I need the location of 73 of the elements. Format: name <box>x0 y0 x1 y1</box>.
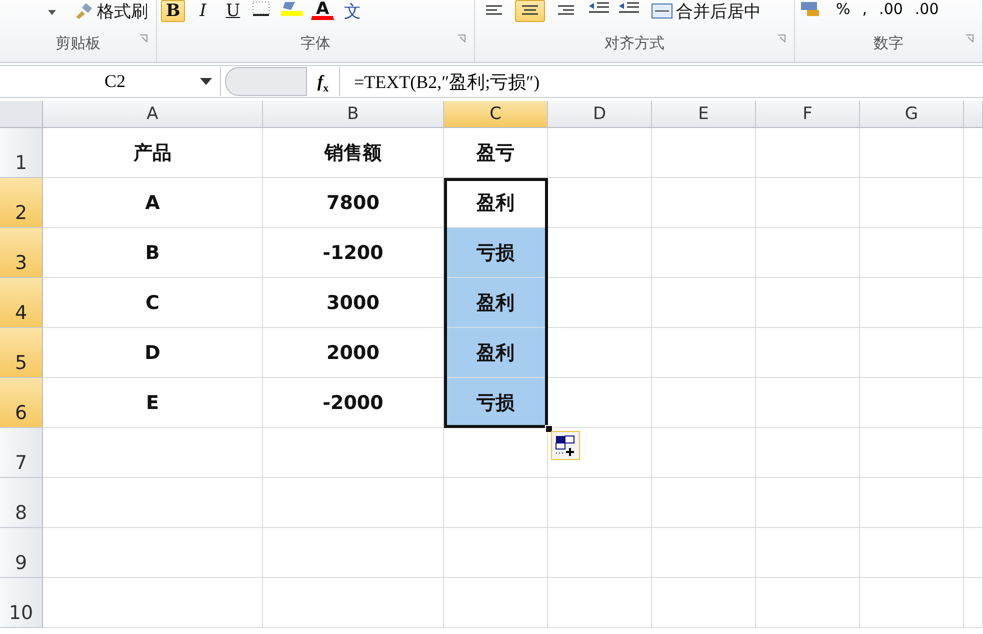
row-header[interactable]: 5 <box>0 328 43 378</box>
table-cell: -2000 <box>263 378 444 428</box>
merge-cells-icon <box>651 3 673 19</box>
table-cell: D <box>43 328 263 378</box>
number-format-button[interactable]: % <box>833 0 854 18</box>
table-cell: B <box>43 228 263 278</box>
group-label: 剪贴板 <box>56 34 100 52</box>
number-format-button[interactable]: , <box>859 0 870 18</box>
table-cell <box>964 328 983 378</box>
merge-center-button[interactable]: 合并后居中 <box>647 0 765 22</box>
dialog-launcher-icon[interactable] <box>139 34 148 43</box>
fill-handle[interactable] <box>545 425 553 433</box>
table-cell <box>964 128 983 178</box>
table-cell <box>964 578 983 628</box>
table-cell <box>964 528 983 578</box>
table-cell: -1200 <box>263 228 444 278</box>
column-header[interactable]: F <box>756 101 860 128</box>
table-cell <box>964 228 983 278</box>
table-cell: 亏损 <box>444 228 548 278</box>
table-cell: 盈利 <box>444 328 548 378</box>
bold-button[interactable]: B <box>161 0 185 22</box>
format-painter-button[interactable]: 格式刷 <box>70 0 152 22</box>
table-cell: 销售额 <box>263 128 444 178</box>
table-cell: E <box>43 378 263 428</box>
group-label: 对齐方式 <box>604 34 664 52</box>
formula-field[interactable]: =TEXT(B2,″盈利;亏损″) <box>340 70 540 94</box>
font-color-button[interactable]: A <box>311 0 334 20</box>
table-cell: 盈利 <box>444 278 548 328</box>
table-cell: 产品 <box>43 128 263 178</box>
brush-icon <box>74 3 94 19</box>
dialog-launcher-icon[interactable] <box>965 34 974 43</box>
row-header[interactable]: 10 <box>0 578 43 628</box>
table-cell: A <box>43 178 263 228</box>
caret-icon[interactable] <box>48 10 56 15</box>
table-cell: C <box>43 278 263 328</box>
row-header[interactable]: 2 <box>0 178 43 228</box>
table-cell: 2000 <box>263 328 444 378</box>
dialog-launcher-icon[interactable] <box>777 34 786 43</box>
row-header[interactable]: 7 <box>0 428 43 478</box>
row-header[interactable]: 9 <box>0 528 43 578</box>
column-header[interactable]: D <box>548 101 652 128</box>
number-format-button[interactable]: .00 <box>876 0 906 18</box>
table-cell: 7800 <box>263 178 444 228</box>
group-label: 数字 <box>874 34 904 52</box>
table-cell: 3000 <box>263 278 444 328</box>
table-cell <box>964 478 983 528</box>
table-cell <box>964 428 983 478</box>
name-box[interactable]: C2 <box>0 67 221 96</box>
underline-button[interactable]: U <box>221 0 245 22</box>
column-header[interactable]: C <box>444 101 548 128</box>
group-label: 字体 <box>300 34 330 52</box>
row-header[interactable]: 8 <box>0 478 43 528</box>
column-header[interactable]: E <box>652 101 756 128</box>
row-header[interactable]: 6 <box>0 378 43 428</box>
align-center-button[interactable] <box>515 0 545 22</box>
column-header[interactable]: B <box>263 101 444 128</box>
insert-function-button[interactable]: f$_{x}$ <box>307 67 340 96</box>
table-cell <box>964 378 983 428</box>
phonetic-button[interactable]: 文 <box>340 0 366 22</box>
table-cell <box>964 278 983 328</box>
row-header[interactable]: 1 <box>0 128 43 178</box>
table-cell: 盈亏 <box>444 128 548 178</box>
column-header[interactable]: G <box>860 101 964 128</box>
splitter-handle[interactable] <box>225 67 307 96</box>
row-header[interactable]: 4 <box>0 278 43 328</box>
italic-button[interactable]: I <box>191 0 215 22</box>
column-header[interactable]: A <box>43 101 263 128</box>
paste-options-icon[interactable] <box>551 431 580 460</box>
dialog-launcher-icon[interactable] <box>457 34 466 43</box>
number-format-button[interactable]: .00 <box>912 0 942 18</box>
table-cell <box>964 178 983 228</box>
row-header[interactable]: 3 <box>0 228 43 278</box>
fill-color-icon[interactable] <box>279 0 305 18</box>
